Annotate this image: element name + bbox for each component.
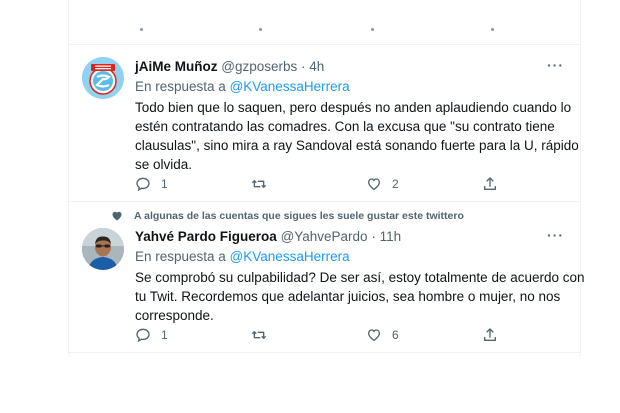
tweet-text-line: se olvida. <box>135 157 193 172</box>
share-icon <box>484 177 496 190</box>
reply-context: En respuesta a @KVanessaHerrera <box>135 79 350 94</box>
tweet-text: Todo bien que lo saquen, pero después no… <box>135 98 579 174</box>
like-count: 2 <box>392 177 399 191</box>
social-context-text: A algunas de las cuentas que sigues les … <box>134 210 464 222</box>
reply-icon <box>136 328 150 343</box>
tweet-header: Yahvé Pardo Figueroa @YahvePardo · 11h <box>135 229 401 244</box>
reply-prefix: En respuesta a <box>135 249 226 264</box>
more-icon[interactable]: ··· <box>547 57 564 73</box>
profile-photo[interactable] <box>82 228 124 270</box>
tweet[interactable]: jAiMe Muñoz @gzposerbs · 4h ··· En respu… <box>69 45 580 202</box>
tweet-actions: 1 6 <box>135 325 580 345</box>
remnant-icon <box>140 28 143 31</box>
retweet-icon <box>251 331 267 339</box>
tweet-actions: 1 2 <box>135 174 580 194</box>
like-count: 6 <box>392 328 399 342</box>
reply-prefix: En respuesta a <box>135 79 226 94</box>
reply-count: 1 <box>161 328 168 342</box>
more-icon[interactable]: ··· <box>547 227 564 243</box>
retweet-icon <box>251 180 267 188</box>
heart-icon <box>367 178 381 191</box>
handle[interactable]: @gzposerbs <box>221 59 297 74</box>
sporting-cristal-crest-icon[interactable] <box>82 57 124 99</box>
social-context: A algunas de las cuentas que sigues les … <box>111 210 464 222</box>
retweet-button[interactable] <box>251 325 277 345</box>
reply-to-link[interactable]: @KVanessaHerrera <box>230 79 350 94</box>
tweet-header: jAiMe Muñoz @gzposerbs · 4h <box>135 59 324 74</box>
tweet[interactable]: A algunas de las cuentas que sigues les … <box>69 202 585 353</box>
tweet-text-line: tu Twit. Recordemos que adelantar juicio… <box>135 289 561 304</box>
display-name[interactable]: jAiMe Muñoz <box>135 59 218 74</box>
reply-icon <box>136 177 150 192</box>
reply-button[interactable]: 1 <box>135 325 168 345</box>
timestamp[interactable]: 4h <box>309 59 324 74</box>
retweet-button[interactable] <box>251 174 277 194</box>
handle[interactable]: @YahvePardo <box>281 229 368 244</box>
previous-tweet-remnant <box>69 0 580 45</box>
tweet-text-line: Se comprobó su culpabilidad? De ser así,… <box>135 270 585 285</box>
timestamp[interactable]: 11h <box>380 229 402 244</box>
share-button[interactable] <box>482 325 498 345</box>
tweet-text-line: clausulas", sino mira a ray Sandoval est… <box>135 138 579 153</box>
separator: · <box>371 229 376 244</box>
heart-icon <box>112 211 122 221</box>
tweet-text-line: Todo bien que lo saquen, pero después no… <box>135 100 572 115</box>
display-name[interactable]: Yahvé Pardo Figueroa <box>135 229 277 244</box>
like-button[interactable]: 6 <box>366 325 399 345</box>
share-button[interactable] <box>482 174 498 194</box>
tweet-text-line: estén contratando las comadres. Con la e… <box>135 119 555 134</box>
reply-context: En respuesta a @KVanessaHerrera <box>135 249 350 264</box>
timeline: jAiMe Muñoz @gzposerbs · 4h ··· En respu… <box>68 0 585 356</box>
reply-button[interactable]: 1 <box>135 174 168 194</box>
remnant-icon <box>259 28 262 31</box>
share-icon <box>484 328 496 341</box>
remnant-icon <box>491 28 494 31</box>
like-button[interactable]: 2 <box>366 174 399 194</box>
remnant-icon <box>371 28 374 31</box>
reply-to-link[interactable]: @KVanessaHerrera <box>230 249 350 264</box>
reply-count: 1 <box>161 177 168 191</box>
separator: · <box>301 59 306 74</box>
tweet-text: Se comprobó su culpabilidad? De ser así,… <box>135 268 585 325</box>
tweet-text-line: corresponde. <box>135 308 214 323</box>
heart-icon <box>367 329 381 342</box>
